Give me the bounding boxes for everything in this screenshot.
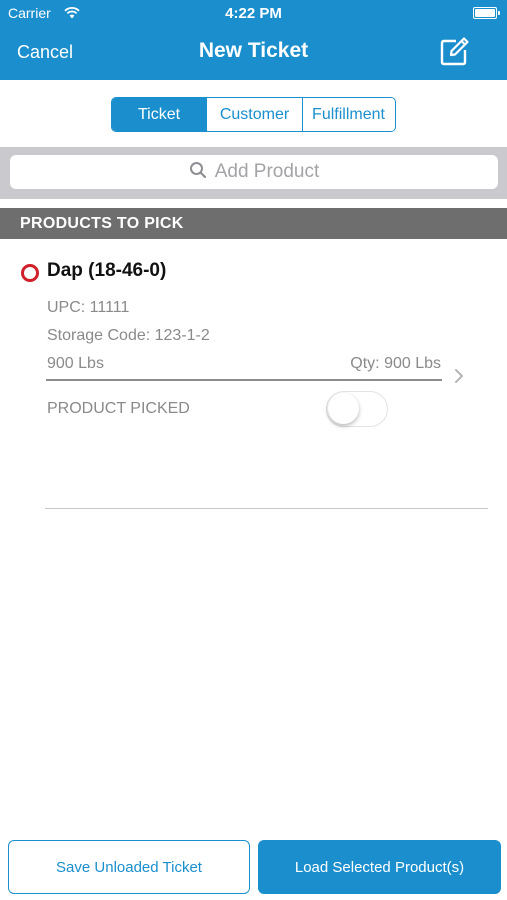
product-name: Dap (18-46-0): [47, 260, 167, 281]
tab-fulfillment[interactable]: Fulfillment: [302, 98, 394, 131]
products-to-pick-header: PRODUCTS TO PICK: [0, 208, 507, 239]
tab-ticket[interactable]: Ticket: [112, 98, 206, 131]
search-icon: [189, 161, 207, 184]
product-upc: UPC: 11111: [47, 299, 130, 316]
clock: 4:22 PM: [225, 5, 282, 22]
ticket-segmented-control: Ticket Customer Fulfillment: [111, 97, 396, 132]
product-storage-code: Storage Code: 123-1-2: [47, 327, 210, 344]
product-weight: 900 Lbs: [47, 355, 104, 372]
row-separator: [45, 508, 488, 509]
product-list-item[interactable]: Dap (18-46-0) UPC: 11111 Storage Code: 1…: [0, 239, 507, 509]
toggle-knob: [328, 393, 359, 424]
compose-icon[interactable]: [437, 36, 471, 68]
nav-bar: Cancel New Ticket: [0, 28, 507, 80]
product-picked-toggle[interactable]: [326, 391, 388, 427]
save-unloaded-ticket-button[interactable]: Save Unloaded Ticket: [8, 840, 250, 894]
status-bar: Carrier 4:22 PM: [0, 0, 507, 28]
tab-customer[interactable]: Customer: [206, 98, 302, 131]
divider: [46, 379, 442, 381]
product-picked-label: PRODUCT PICKED: [47, 400, 190, 417]
page-title: New Ticket: [198, 39, 309, 62]
top-bar: Carrier 4:22 PM Cancel New Ticket: [0, 0, 507, 80]
battery-icon: [473, 7, 500, 19]
unpicked-status-icon[interactable]: [21, 264, 39, 282]
product-qty: Qty: 900 Lbs: [350, 355, 441, 372]
load-selected-products-button[interactable]: Load Selected Product(s): [258, 840, 501, 894]
search-bar: Add Product: [0, 147, 507, 199]
chevron-right-icon[interactable]: [452, 367, 466, 385]
search-placeholder: Add Product: [214, 161, 320, 182]
add-product-search-input[interactable]: Add Product: [10, 155, 498, 189]
